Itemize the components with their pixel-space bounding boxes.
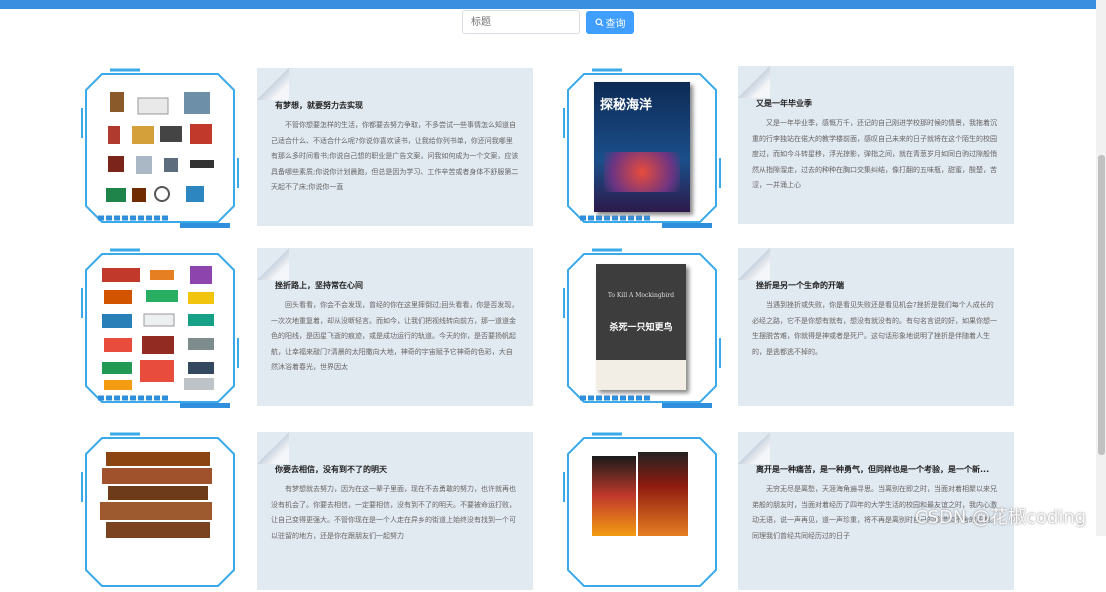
news-card[interactable]: 挫折是另一个生命的开端 当遇到挫折或失败，你是看见失败还是看见机会?挫折是我们每…: [738, 248, 1014, 406]
top-header-bar: [0, 0, 1106, 9]
news-image-frame[interactable]: [562, 432, 722, 592]
library-icons-image: [106, 92, 214, 202]
news-excerpt: 当遇到挫折或失败，你是看见失败还是看见机会?挫折是我们每个人成长的必经之路，它不…: [752, 301, 997, 356]
cover-art: [596, 360, 686, 390]
page-fold-corner: [738, 432, 770, 464]
news-title[interactable]: 又是一年毕业季: [756, 98, 812, 109]
book-cover: [592, 456, 636, 536]
old-books-stack-image: [100, 452, 212, 538]
news-image-frame[interactable]: [80, 68, 240, 228]
news-title[interactable]: 你要去相信，没有到不了的明天: [275, 464, 387, 475]
news-excerpt: 又是一年毕业季，感慨万千，还记的自己刚进学校那时候的情景，我拖着沉重的行李独站在…: [752, 119, 997, 189]
search-button-label: 查询: [605, 19, 626, 30]
book-cover-title: 探秘海洋: [600, 98, 653, 113]
news-title[interactable]: 离开是一种痛苦，是一种勇气，但同样也是一个考验，是一个新...: [756, 464, 989, 475]
page-fold-corner: [257, 432, 289, 464]
news-image-frame[interactable]: 探秘海洋: [562, 68, 722, 228]
page-fold-corner: [257, 68, 289, 100]
news-image-frame[interactable]: To Kill A Mockingbird 杀死一只知更鸟: [562, 248, 722, 408]
csdn-watermark: CSDN @花椒coding: [915, 507, 1087, 528]
page-fold-corner: [738, 248, 770, 280]
cover-art: [604, 152, 680, 192]
news-title[interactable]: 挫折是另一个生命的开端: [756, 280, 844, 291]
news-excerpt: 回头看看，你会不会发现，曾经的你在这里摔倒过;回头看看，你是否发现，一次次地重复…: [271, 301, 519, 371]
search-icon: [594, 18, 604, 27]
page-fold-corner: [257, 248, 289, 280]
search-button[interactable]: 查询: [586, 11, 634, 34]
title-search-input[interactable]: [462, 10, 580, 34]
news-title[interactable]: 有梦想，就要努力去实现: [275, 100, 363, 111]
news-card[interactable]: 你要去相信，没有到不了的明天 有梦想就去努力，因为在这一辈子里面，现在不去勇敢的…: [257, 432, 533, 590]
news-card[interactable]: 挫折路上，坚持常在心间 回头看看，你会不会发现，曾经的你在这里摔倒过;回头看看，…: [257, 248, 533, 406]
book-cover: [638, 452, 688, 536]
news-excerpt: 有梦想就去努力，因为在这一辈子里面，现在不去勇敢的努力，也许就再也没有机会了。你…: [271, 485, 516, 540]
news-card[interactable]: 有梦想，就要努力去实现 不管你想要怎样的生活，你都要去努力争取，不多尝试一些事情…: [257, 68, 533, 226]
books-icons-image: [102, 266, 214, 390]
book-cover-title: 杀死一只知更鸟: [609, 323, 673, 333]
news-image-frame[interactable]: [80, 432, 240, 592]
scrollbar-thumb[interactable]: [1098, 155, 1105, 455]
book-cover-subtitle: To Kill A Mockingbird: [607, 292, 675, 299]
news-image-frame[interactable]: [80, 248, 240, 408]
news-card[interactable]: 又是一年毕业季 又是一年毕业季，感慨万千，还记的自己刚进学校那时候的情景，我拖着…: [738, 66, 1014, 224]
page-fold-corner: [738, 66, 770, 98]
book-cover-image: To Kill A Mockingbird 杀死一只知更鸟: [596, 264, 686, 390]
book-cover-image: 探秘海洋: [594, 82, 690, 212]
book-covers-image: [592, 452, 692, 536]
news-title[interactable]: 挫折路上，坚持常在心间: [275, 280, 363, 291]
news-excerpt: 不管你想要怎样的生活，你都要去努力争取，不多尝试一些事情怎么知道自己适合什么、不…: [271, 121, 519, 191]
